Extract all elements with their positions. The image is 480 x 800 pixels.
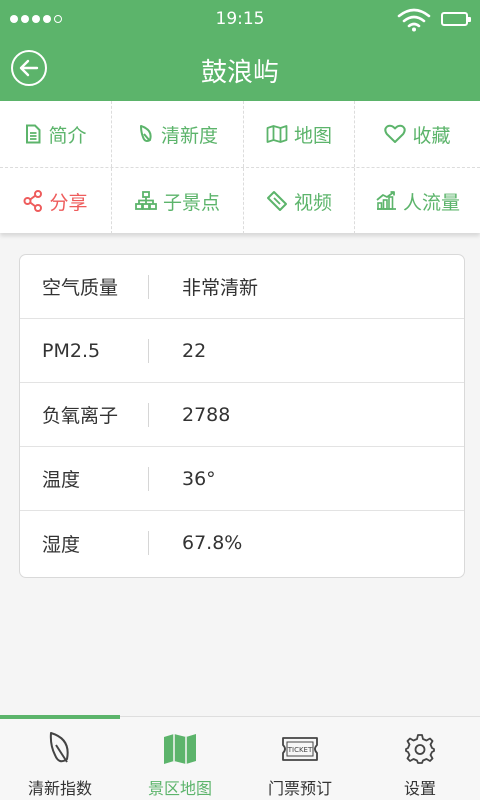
tab-label: 清新指数 — [27, 779, 92, 798]
info-row-negative-ions: 负氧离子 2788 — [20, 383, 464, 447]
menu-row-2: 分享 子景点 视频 人流量 — [0, 167, 480, 234]
menu-sub-spots[interactable]: 子景点 — [111, 168, 243, 234]
menu-crowd-flow-label: 人流量 — [402, 191, 460, 214]
info-row-humidity: 湿度 67.8% — [20, 511, 464, 575]
app-header: 19:15 鼓浪屿 — [0, 0, 480, 101]
tab-freshness-index[interactable]: 清新指数 — [0, 717, 120, 800]
menu-crowd-flow[interactable]: 人流量 — [354, 168, 480, 234]
map-icon — [266, 125, 288, 143]
document-icon — [26, 124, 41, 144]
ticket-tag-icon — [266, 191, 287, 211]
tab-label: 门票预订 — [267, 779, 332, 798]
info-value: 22 — [182, 339, 207, 362]
menu-row-1: 简介 清新度 地图 收藏 — [0, 101, 480, 167]
tab-settings[interactable]: 设置 — [360, 717, 480, 800]
leaf-icon — [139, 125, 152, 142]
sitemap-icon — [135, 191, 157, 210]
info-label: 空气质量 — [42, 277, 119, 299]
menu-intro[interactable]: 简介 — [0, 101, 111, 167]
wifi-icon — [397, 8, 431, 32]
function-menu: 简介 清新度 地图 收藏 分享 子景点 视频 人流量 — [0, 101, 480, 234]
menu-share[interactable]: 分享 — [0, 168, 111, 234]
tab-label: 设置 — [403, 779, 436, 798]
share-icon — [23, 190, 43, 212]
battery-icon — [441, 12, 471, 26]
info-value: 36° — [182, 467, 216, 490]
tab-label: 景区地图 — [147, 779, 212, 798]
svg-text:TICKET: TICKET — [287, 746, 313, 754]
menu-favorite-label: 收藏 — [412, 124, 451, 147]
gear-icon — [405, 734, 435, 764]
info-label: 湿度 — [42, 533, 81, 556]
info-label: PM2.5 — [42, 339, 101, 362]
menu-intro-label: 简介 — [48, 124, 87, 147]
info-row-air-quality: 空气质量 非常清新 — [20, 255, 464, 319]
menu-favorite[interactable]: 收藏 — [354, 101, 480, 167]
info-label: 温度 — [42, 469, 81, 491]
menu-video-label: 视频 — [293, 191, 332, 214]
info-row-pm25: PM2.5 22 — [20, 319, 464, 383]
heart-icon — [384, 124, 407, 143]
info-label: 负氧离子 — [42, 405, 119, 427]
ticket-icon: TICKET — [282, 737, 318, 761]
info-value: 非常清新 — [182, 277, 259, 299]
menu-map-label: 地图 — [293, 124, 332, 147]
info-row-temperature: 温度 36° — [20, 447, 464, 511]
tab-ticket-booking[interactable]: TICKET 门票预订 — [240, 717, 360, 800]
bottom-tab-bar: 清新指数 景区地图 TICKET 门票预订 设置 — [0, 715, 480, 800]
menu-map[interactable]: 地图 — [243, 101, 354, 167]
page-title: 鼓浪屿 — [200, 58, 279, 88]
chart-icon — [376, 191, 396, 210]
menu-freshness[interactable]: 清新度 — [111, 101, 243, 167]
leaf-icon — [49, 732, 69, 763]
info-value: 67.8% — [182, 532, 243, 554]
status-bar: 19:15 — [0, 0, 480, 38]
menu-share-label: 分享 — [49, 191, 88, 214]
menu-sub-spots-label: 子景点 — [162, 191, 220, 214]
map-icon — [164, 734, 196, 764]
tab-scenic-map[interactable]: 景区地图 — [120, 717, 240, 800]
menu-video[interactable]: 视频 — [243, 168, 354, 234]
environment-info-card: 空气质量 非常清新 PM2.5 22 负氧离子 2788 温度 36° 湿度 6… — [19, 254, 465, 578]
menu-freshness-label: 清新度 — [160, 124, 218, 147]
info-value: 2788 — [182, 403, 231, 426]
